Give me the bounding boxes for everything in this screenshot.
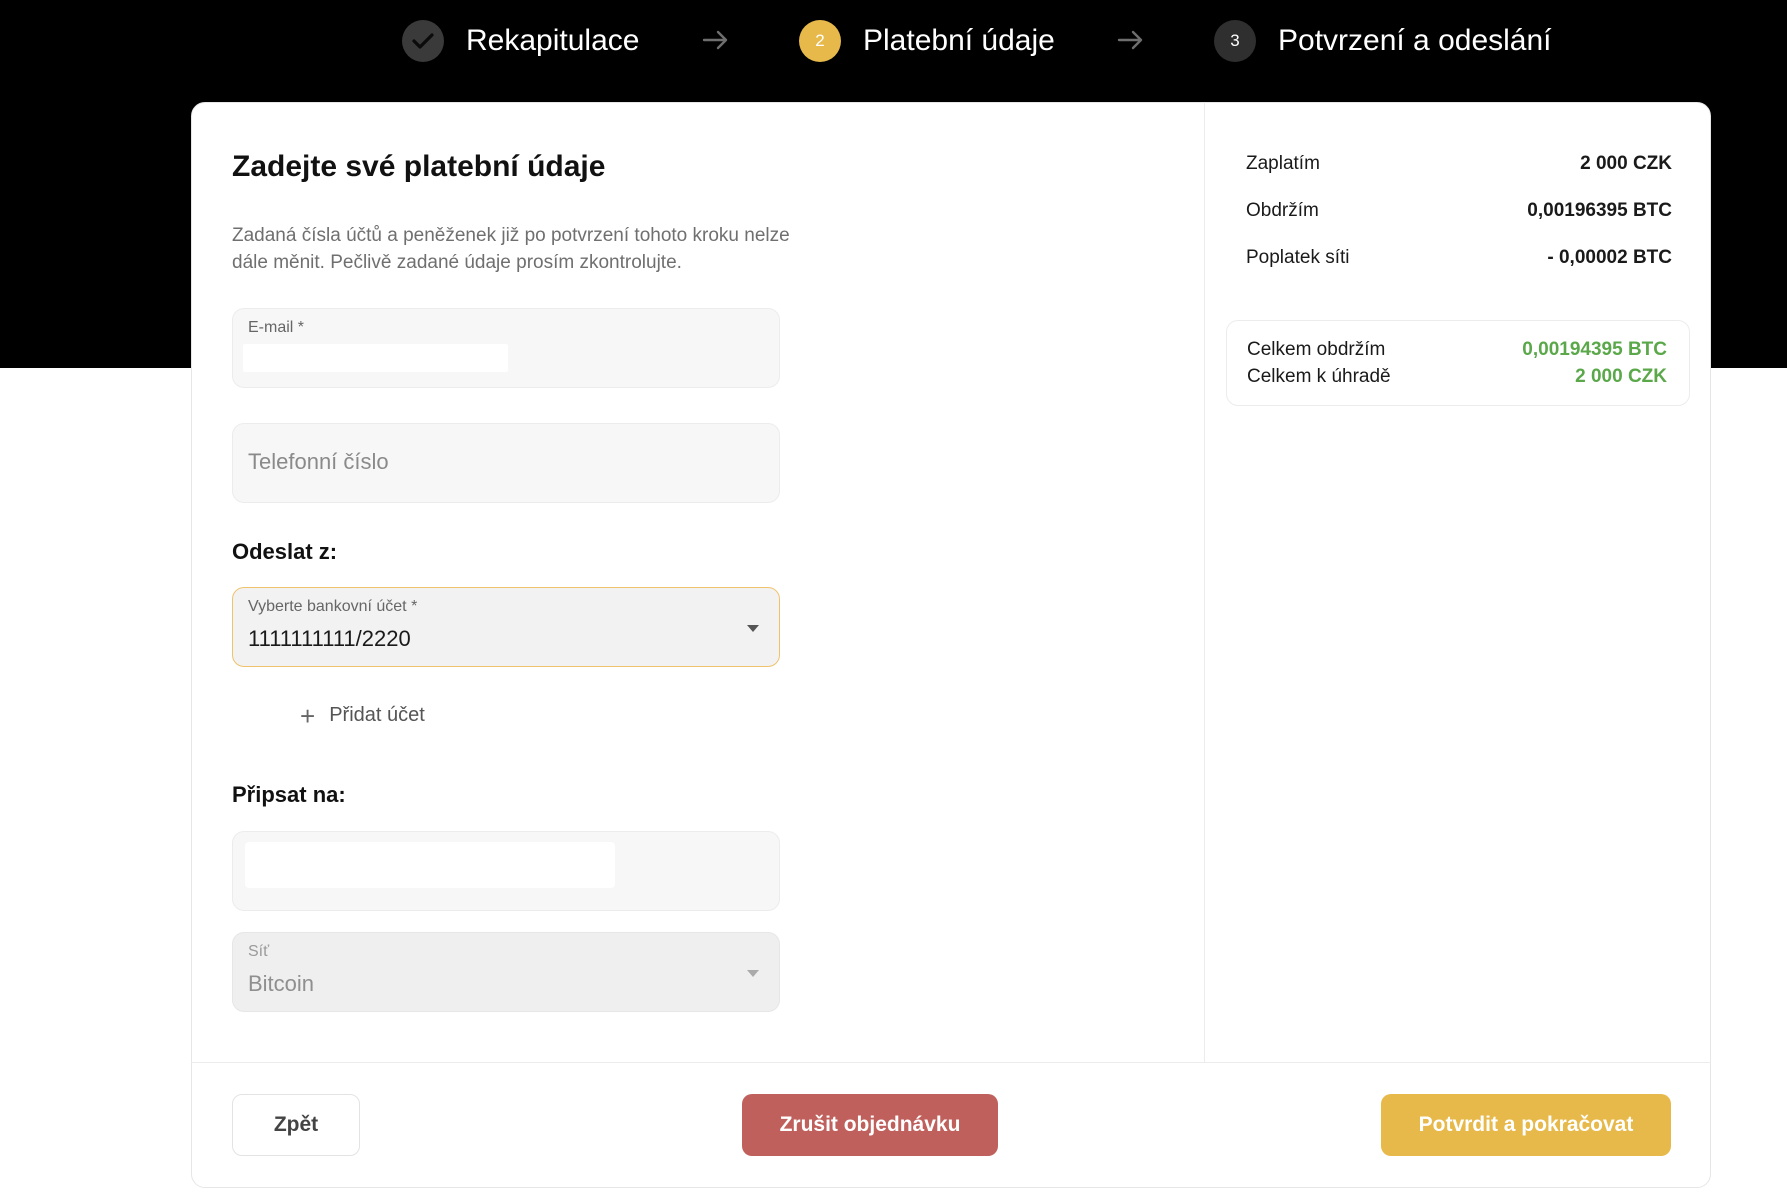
check-icon: [402, 20, 444, 62]
email-field[interactable]: E-mail *: [232, 308, 780, 388]
step-label: Potvrzení a odeslání: [1278, 24, 1552, 57]
footer-divider: [191, 1062, 1711, 1063]
total-value: 2 000 CZK: [1575, 366, 1667, 387]
bank-account-label: Vyberte bankovní účet *: [248, 598, 418, 615]
bank-account-select[interactable]: Vyberte bankovní účet * 1111111111/2220: [232, 587, 780, 667]
summary-value: - 0,00002 BTC: [1547, 247, 1672, 268]
arrow-right-icon: [1117, 26, 1145, 58]
phone-placeholder: Telefonní číslo: [248, 449, 389, 474]
send-from-label: Odeslat z:: [232, 539, 338, 564]
chevron-down-icon: [747, 970, 759, 977]
add-account-label: Přidat účet: [329, 704, 425, 726]
back-button[interactable]: Zpět: [232, 1094, 360, 1156]
step-number-badge: 3: [1214, 20, 1256, 62]
email-input[interactable]: [243, 344, 508, 372]
totals-box: Celkem obdržím 0,00194395 BTC Celkem k ú…: [1226, 320, 1690, 406]
vertical-divider: [1204, 102, 1205, 1062]
step-label: Platební údaje: [863, 24, 1055, 57]
checkout-stepper: Rekapitulace 2 Platební údaje 3 Potvrzen…: [0, 0, 1787, 82]
cancel-order-button[interactable]: Zrušit objednávku: [742, 1094, 998, 1156]
wallet-address-input[interactable]: [245, 842, 615, 888]
total-label: Celkem obdržím: [1247, 339, 1386, 360]
add-account-button[interactable]: + Přidat účet: [300, 700, 425, 731]
step-label: Rekapitulace: [466, 24, 640, 57]
chevron-down-icon: [747, 625, 759, 632]
total-label: Celkem k úhradě: [1247, 366, 1391, 387]
network-label: Síť: [248, 943, 270, 960]
wallet-address-field[interactable]: [232, 831, 780, 911]
page-title: Zadejte své platební údaje: [232, 150, 606, 183]
summary-label: Obdržím: [1246, 200, 1319, 221]
email-label: E-mail *: [248, 319, 305, 336]
summary-value: 0,00196395 BTC: [1527, 200, 1672, 221]
summary-label: Zaplatím: [1246, 153, 1320, 174]
phone-field[interactable]: Telefonní číslo: [232, 423, 780, 503]
network-value: Bitcoin: [248, 971, 315, 996]
total-value: 0,00194395 BTC: [1522, 339, 1667, 360]
step-recap[interactable]: Rekapitulace: [402, 20, 639, 62]
step-payment-details: 2 Platební údaje: [799, 20, 1055, 62]
arrow-right-icon: [702, 26, 730, 58]
confirm-continue-button[interactable]: Potvrdit a pokračovat: [1381, 1094, 1671, 1156]
bank-account-value: 1111111111/2220: [248, 626, 411, 651]
network-select: Síť Bitcoin: [232, 932, 780, 1012]
step-confirmation: 3 Potvrzení a odeslání: [1214, 20, 1552, 62]
plus-icon: +: [300, 700, 316, 731]
credit-to-label: Připsat na:: [232, 782, 346, 807]
step-number-badge: 2: [799, 20, 841, 62]
summary-label: Poplatek síti: [1246, 247, 1350, 268]
form-description: Zadaná čísla účtů a peněženek již po pot…: [232, 225, 790, 273]
summary-value: 2 000 CZK: [1580, 153, 1672, 174]
